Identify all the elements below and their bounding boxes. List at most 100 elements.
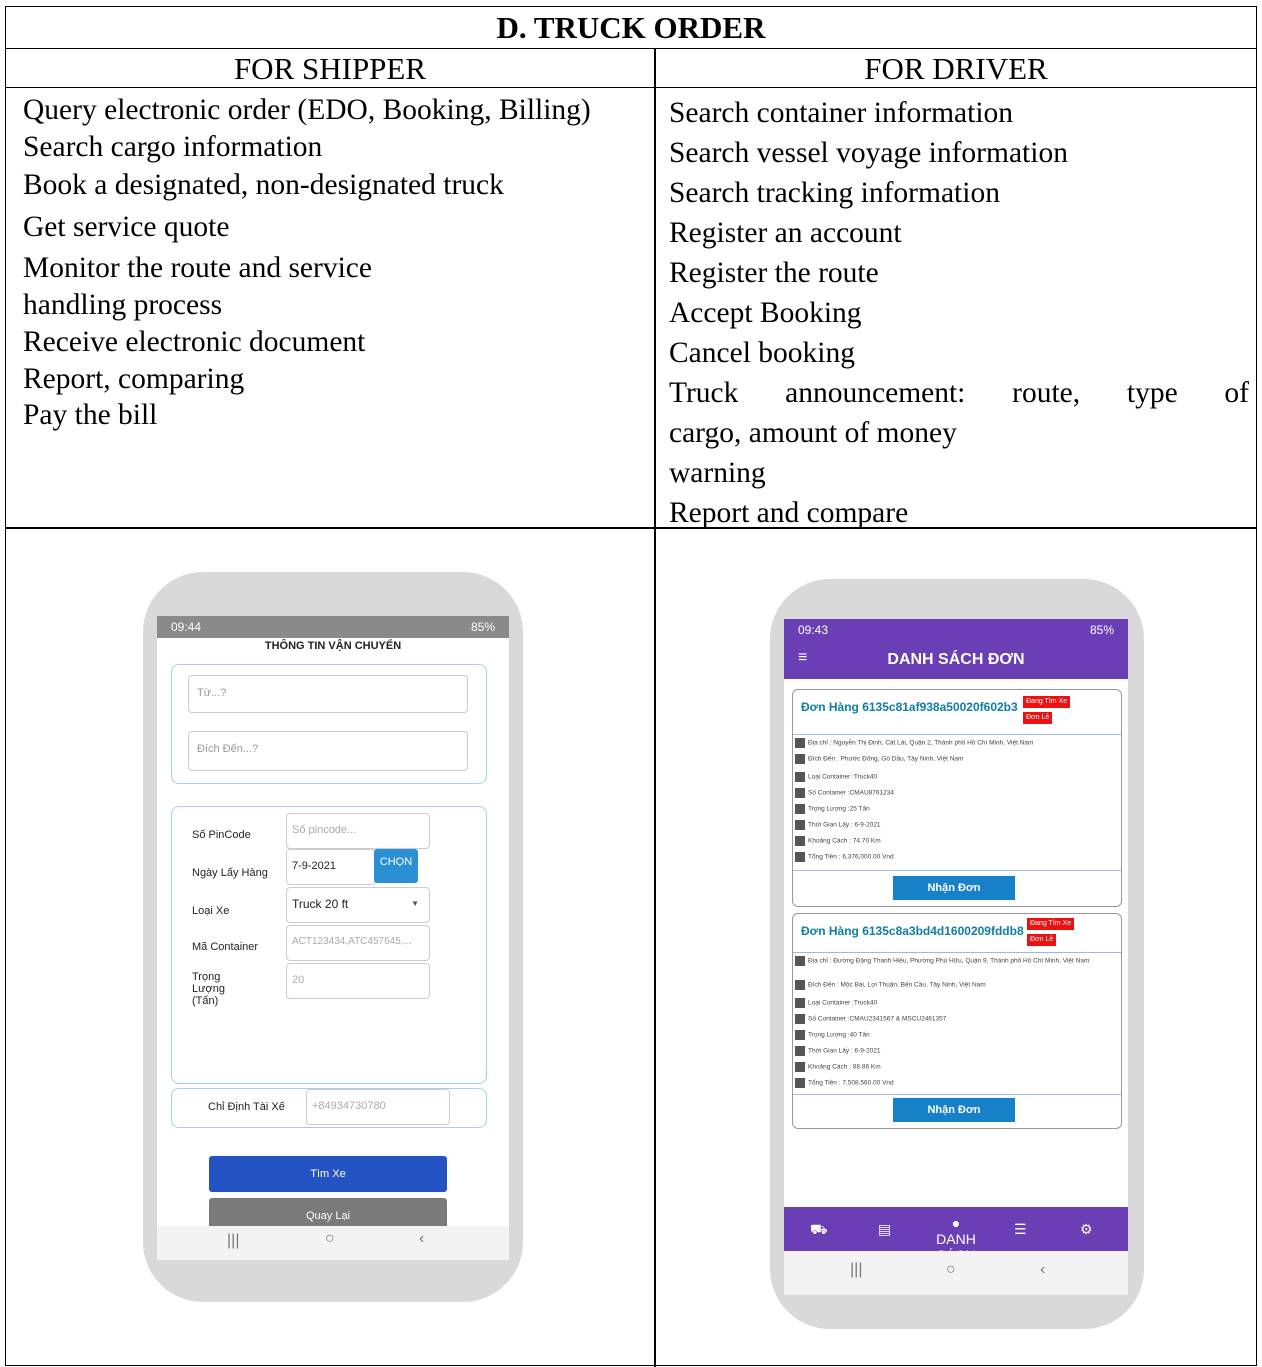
order-total-text: Tổng Tiền : 7,508,560.00 Vnd [808,1079,894,1087]
back-nav-icon[interactable]: ‹ [1040,1261,1045,1279]
bottom-tab-bar: ⛟ ▤ ● DANH SÁCH ☰ ⚙ [784,1207,1128,1263]
status-bar: 09:43 85% [784,619,1128,641]
location-pin-icon [795,980,805,990]
status-badge: Đang Tìm Xe [1023,696,1071,708]
recent-nav-icon[interactable]: ||| [227,1232,239,1250]
order-address-text: Địa chỉ : Đường Đặng Thanh Hiếu, Phường … [808,957,1090,965]
status-badge: Đang Tìm Xe [1027,918,1075,930]
list-item: Cancel booking [669,337,855,369]
gear-icon[interactable]: ⚙ [1080,1221,1093,1238]
driver-phone-input[interactable]: +84934730780 [306,1089,450,1125]
status-time: 09:43 [798,623,829,637]
money-icon [795,1078,805,1088]
choose-date-button[interactable]: CHỌN [374,849,418,883]
list-item: Query electronic order (EDO, Booking, Bi… [23,94,591,126]
document-table: D. TRUCK ORDER FOR SHIPPER FOR DRIVER Qu… [5,6,1257,1367]
divider [793,1094,1121,1095]
driver-assign-label: Chỉ Định Tài Xế [208,1101,285,1113]
from-input[interactable]: Từ...? [188,675,468,713]
order-container-no: Số Container :CMAU2341567 & MSCU2461357 [795,1014,946,1024]
order-pickup-text: Thời Gian Lấy : 6-9-2021 [808,821,881,829]
order-pickup: Thời Gian Lấy : 6-9-2021 [795,1046,881,1056]
calendar-icon [795,820,805,830]
order-container-no: Số Container :CMAU8761234 [795,788,894,798]
column-divider [654,49,656,1367]
container-label: Mã Container [192,941,259,953]
scale-icon [795,804,805,814]
order-container-type: Loại Container :Truck40 [795,772,877,782]
list-item: Search tracking information [669,177,1000,209]
destination-input[interactable]: Đích Đến...? [188,731,468,771]
home-nav-icon[interactable]: ○ [325,1230,335,1248]
order-id: Đơn Hàng 6135c8a3bd4d1600209fddb8 [801,924,1024,938]
order-container-type-text: Loại Container :Truck40 [808,999,878,1007]
truck-icon[interactable]: ⛟ [810,1221,828,1240]
order-weight-text: Trọng Lượng :40 Tấn [808,1031,870,1039]
app-header: 09:43 85% ≡ DANH SÁCH ĐƠN [784,619,1128,679]
status-battery: 85% [1089,623,1114,637]
status-bar: 09:44 85% [157,616,509,638]
chevron-down-icon: ▼ [411,899,419,908]
user-list-icon[interactable]: ☰ [1014,1221,1027,1238]
location-pin-icon [795,754,805,764]
order-total: Tổng Tiền : 7,508,560.00 Vnd [795,1078,894,1088]
list-item: Pay the bill [23,399,158,431]
list-item: Register the route [669,257,879,289]
accept-order-button[interactable]: Nhận Đơn [893,1098,1015,1122]
order-distance-text: Khoảng Cách : 88.86 Km [808,1063,881,1071]
find-truck-button[interactable]: Tìm Xe [209,1156,447,1192]
status-battery: 85% [470,620,495,634]
weight-input[interactable]: 20 [286,963,430,999]
order-pickup: Thời Gian Lấy : 6-9-2021 [795,820,881,830]
order-pickup-text: Thời Gian Lấy : 6-9-2021 [808,1047,881,1055]
list-item: handling process [23,289,223,321]
shipper-screen: 09:44 85% THÔNG TIN VẬN CHUYỂN Từ...? Đí… [157,616,509,1260]
clipboard-icon[interactable]: ▤ [878,1221,891,1238]
list-item: Accept Booking [669,297,862,329]
truck-type-select[interactable]: Truck 20 ft ▼ [286,887,430,923]
pincode-input[interactable]: Số pincode... [286,813,430,849]
route-box: Từ...? Đích Đến...? [171,664,487,784]
order-address: Địa chỉ : Đường Đặng Thanh Hiếu, Phường … [795,956,1095,966]
list-item: Report and compare [669,497,909,529]
order-destination-text: Đích Đến : Phước Đông, Gò Dầu, Tây Ninh,… [808,755,964,763]
driver-feature-list: Search container information Search vess… [669,93,1249,533]
page-title: THÔNG TIN VẬN CHUYỂN [264,640,402,652]
weight-label: Trọng Lượng (Tấn) [192,971,225,1007]
list-item: warning [669,457,766,489]
driver-phone-screenshot: 09:43 85% ≡ DANH SÁCH ĐƠN Đơn Hàng 6135c… [770,579,1144,1329]
order-destination: Đích Đến : Phước Đông, Gò Dầu, Tây Ninh,… [795,754,963,764]
order-total: Tổng Tiền : 6,376,000.00 Vnd [795,852,894,862]
status-time: 09:44 [171,620,202,634]
ruler-icon [795,836,805,846]
home-nav-icon[interactable]: ○ [946,1261,956,1279]
pickup-date-label: Ngày Lấy Hàng [192,867,268,879]
list-item: Get service quote [23,211,230,243]
list-item: Monitor the route and service [23,252,372,284]
container-input[interactable]: ACT123434,ATC457645,... [286,925,430,961]
truck-type-label: Loại Xe [192,905,230,917]
system-nav-bar: ||| ○ ‹ [157,1226,509,1260]
list-item: Search container information [669,97,1014,129]
order-total-text: Tổng Tiền : 6,376,000.00 Vnd [808,853,894,861]
divider [793,870,1121,871]
list-item: Search cargo information [23,131,323,163]
accept-order-button[interactable]: Nhận Đơn [893,876,1015,900]
driver-screen: 09:43 85% ≡ DANH SÁCH ĐƠN Đơn Hàng 6135c… [784,619,1128,1295]
recent-nav-icon[interactable]: ||| [850,1261,862,1279]
order-weight-text: Trọng Lượng :25 Tấn [808,805,870,813]
order-container-no-text: Số Container :CMAU8761234 [808,789,894,797]
order-weight: Trọng Lượng :25 Tấn [795,804,870,814]
type-badge: Đơn Lẻ [1027,934,1057,946]
shipper-feature-list: Query electronic order (EDO, Booking, Bi… [23,91,591,433]
list-item: cargo, amount of money [669,417,957,449]
order-destination: Đích Đến : Mộc Bài, Lợi Thuận, Bến Cầu, … [795,980,986,990]
back-nav-icon[interactable]: ‹ [419,1230,424,1248]
location-pin-icon: ● [951,1215,961,1231]
column-header-driver: FOR DRIVER [656,49,1256,88]
truck-type-value: Truck 20 ft [292,897,349,911]
pickup-date-input[interactable]: 7-9-2021 [286,849,376,885]
order-id: Đơn Hàng 6135c81af938a50020f602b3 [801,700,1018,714]
order-address: Địa chỉ : Nguyễn Thị Định, Cát Lái, Quận… [795,738,1033,748]
order-distance: Khoảng Cách : 74.70 Km [795,836,881,846]
